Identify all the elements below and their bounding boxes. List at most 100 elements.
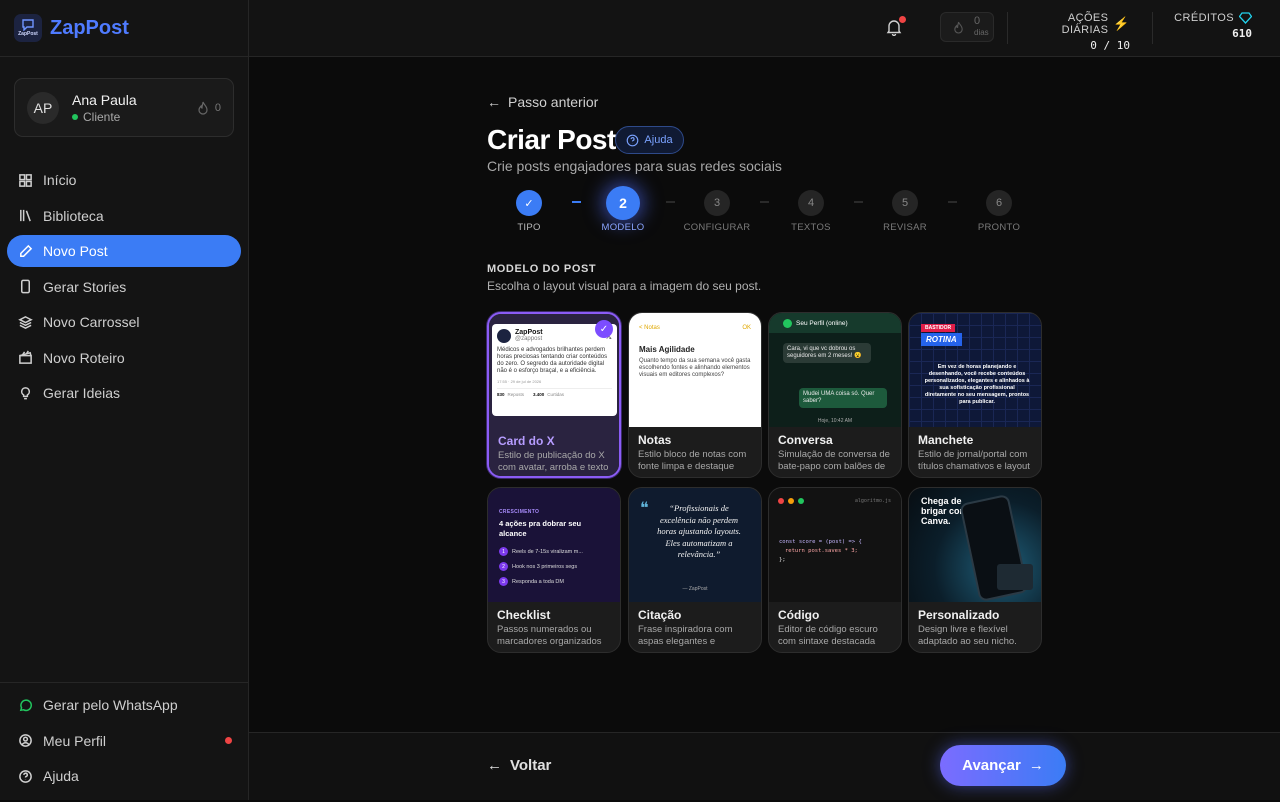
chat-profile: Seu Perfil (online) xyxy=(796,319,848,327)
selected-check-icon: ✓ xyxy=(595,320,613,338)
x-likes-label: Curtidas xyxy=(547,392,565,397)
step-tipo[interactable]: ✓ TIPO xyxy=(489,190,569,233)
step-modelo[interactable]: 2 MODELO xyxy=(583,186,663,233)
step-circle: 2 xyxy=(606,186,640,220)
code-line: const score = (post) => { xyxy=(779,539,862,545)
nav-item-inicio[interactable]: Início xyxy=(7,164,241,196)
template-desc: Simulação de conversa de bate-papo com b… xyxy=(778,449,890,472)
nav-item-gerar-ideias[interactable]: Gerar Ideias xyxy=(7,377,241,409)
template-name: Personalizado xyxy=(918,608,1000,622)
template-card-manchete[interactable]: BASTIDOR ROTINA Em vez de horas planejan… xyxy=(908,312,1042,478)
nav-item-novo-carrossel[interactable]: Novo Carrossel xyxy=(7,306,241,338)
chat-avatar xyxy=(783,318,792,328)
step-connector xyxy=(760,201,769,203)
template-card-citacao[interactable]: ❝ “Profissionais de excelência não perde… xyxy=(628,487,762,653)
headline-body: Em vez de horas planejando e desenhando,… xyxy=(924,364,1030,405)
x-name: ZapPost xyxy=(515,329,543,336)
x-likes: 3.400 xyxy=(533,392,545,397)
step-label: CONFIGURAR xyxy=(683,222,751,233)
step-label: REVISAR xyxy=(883,222,927,233)
streak-days: 0 dias xyxy=(940,12,994,42)
window-dots xyxy=(778,498,804,504)
notes-ok: OK xyxy=(742,325,751,331)
template-desc: Editor de código escuro com sintaxe dest… xyxy=(778,624,878,647)
user-role: Cliente xyxy=(83,109,121,124)
template-desc: Design livre e flexível adaptado ao seu … xyxy=(918,624,1017,647)
step-configurar[interactable]: 3 CONFIGURAR xyxy=(677,190,757,233)
x-reposts: 830 xyxy=(497,392,505,397)
template-name: Código xyxy=(778,608,820,622)
step-connector xyxy=(666,201,675,203)
template-preview: Seu Perfil (online) Cara, vi que vc dobr… xyxy=(769,313,901,427)
template-card-x[interactable]: ZapPost@zappost 𝕏 Médicos e advogados br… xyxy=(487,312,621,478)
chat-time: Hoje, 10:42 AM xyxy=(817,418,853,424)
step-circle: ✓ xyxy=(516,190,542,216)
checklist-item: 1 Reels de 7-15s viralizam m... xyxy=(499,547,583,556)
template-card-checklist[interactable]: CRESCIMENTO 4 ações pra dobrar seu alcan… xyxy=(487,487,621,653)
nav-item-biblioteca[interactable]: Biblioteca xyxy=(7,200,241,232)
nav-item-meu-perfil[interactable]: Meu Perfil xyxy=(7,725,242,757)
template-desc: Estilo de publicação do X com avatar, ar… xyxy=(498,450,609,473)
template-preview: algoritmo.js const score = (post) => { r… xyxy=(769,488,901,602)
brand[interactable]: ZapPost ZapPost xyxy=(0,0,248,57)
template-preview: < Notas OK Mais Agilidade Quanto tempo da… xyxy=(629,313,761,427)
whatsapp-icon xyxy=(18,698,33,713)
template-card-codigo[interactable]: algoritmo.js const score = (post) => { r… xyxy=(768,487,902,653)
next-label: Avançar xyxy=(962,757,1021,774)
nav-item-novo-roteiro[interactable]: Novo Roteiro xyxy=(7,342,241,374)
nav-label: Novo Roteiro xyxy=(43,349,125,366)
profile-icon xyxy=(18,733,33,748)
days-value: 0 xyxy=(974,15,981,27)
nav-item-whatsapp[interactable]: Gerar pelo WhatsApp xyxy=(7,689,242,721)
user-card[interactable]: AP Ana Paula Cliente 0 xyxy=(14,78,234,137)
diamond-icon xyxy=(1239,12,1252,24)
nav-item-gerar-stories[interactable]: Gerar Stories xyxy=(7,271,241,303)
template-desc: Estilo de jornal/portal com títulos cham… xyxy=(918,449,1030,472)
days-label: dias xyxy=(974,28,989,37)
step-connector xyxy=(854,201,863,203)
template-card-notas[interactable]: < Notas OK Mais Agilidade Quanto tempo da… xyxy=(628,312,762,478)
template-card-personalizado[interactable]: Chega de brigar com o Canva. Personaliza… xyxy=(908,487,1042,653)
daily-actions-label: AÇÕES DIÁRIAS xyxy=(1061,12,1109,36)
back-button[interactable]: ← Voltar xyxy=(487,757,551,774)
step-label: TIPO xyxy=(517,222,541,233)
credits: CRÉDITOS 610 xyxy=(1167,12,1252,40)
x-handle: @zappost xyxy=(515,336,543,342)
lightning-icon: ⚡ xyxy=(1113,16,1130,31)
pen-icon xyxy=(18,244,33,259)
template-card-conversa[interactable]: Seu Perfil (online) Cara, vi que vc dobr… xyxy=(768,312,902,478)
help-button[interactable]: Ajuda xyxy=(615,126,684,154)
notifications-button[interactable] xyxy=(886,16,906,38)
nav-item-ajuda[interactable]: Ajuda xyxy=(7,760,242,792)
x-card-preview: ZapPost@zappost 𝕏 Médicos e advogados br… xyxy=(492,324,617,416)
nav-label: Gerar Ideias xyxy=(43,385,121,401)
nav-label: Gerar pelo WhatsApp xyxy=(43,697,178,713)
help-icon xyxy=(18,769,33,784)
chat-message: Mudei UMA coisa só. Quer saber? xyxy=(799,388,887,408)
step-connector xyxy=(948,201,957,203)
next-button[interactable]: Avançar → xyxy=(940,745,1066,786)
main-nav: Início Biblioteca Novo Post Gerar Storie… xyxy=(7,164,241,413)
step-textos[interactable]: 4 TEXTOS xyxy=(771,190,851,233)
online-status-dot xyxy=(72,113,78,120)
template-preview: ❝ “Profissionais de excelência não perde… xyxy=(629,488,761,602)
template-name: Manchete xyxy=(918,433,974,447)
library-icon xyxy=(18,208,33,223)
section-title: MODELO DO POST xyxy=(487,263,597,275)
checklist-item: 2 Hook nos 3 primeiros segs xyxy=(499,562,583,571)
notes-heading: Mais Agilidade xyxy=(639,345,695,354)
streak-value: 0 xyxy=(214,101,221,114)
template-name: Card do X xyxy=(498,434,555,448)
step-revisar[interactable]: 5 REVISAR xyxy=(865,190,945,233)
x-time: 17:55 · 29 de jul de 2026 xyxy=(497,379,542,384)
checklist-item-text: Responda a toda DM xyxy=(512,578,564,585)
step-connector xyxy=(572,201,581,203)
nav-item-novo-post[interactable]: Novo Post xyxy=(7,235,241,267)
chat-message: Cara, vi que vc dobrou os seguidores em … xyxy=(783,343,871,363)
daily-actions: AÇÕES DIÁRIAS ⚡ 0 / 10 xyxy=(1022,12,1130,52)
nav-label: Ajuda xyxy=(43,768,79,784)
flame-icon xyxy=(198,101,208,115)
step-pronto[interactable]: 6 PRONTO xyxy=(959,190,1039,233)
nav-label: Biblioteca xyxy=(43,207,104,224)
previous-step-link[interactable]: ← Passo anterior xyxy=(487,94,598,110)
